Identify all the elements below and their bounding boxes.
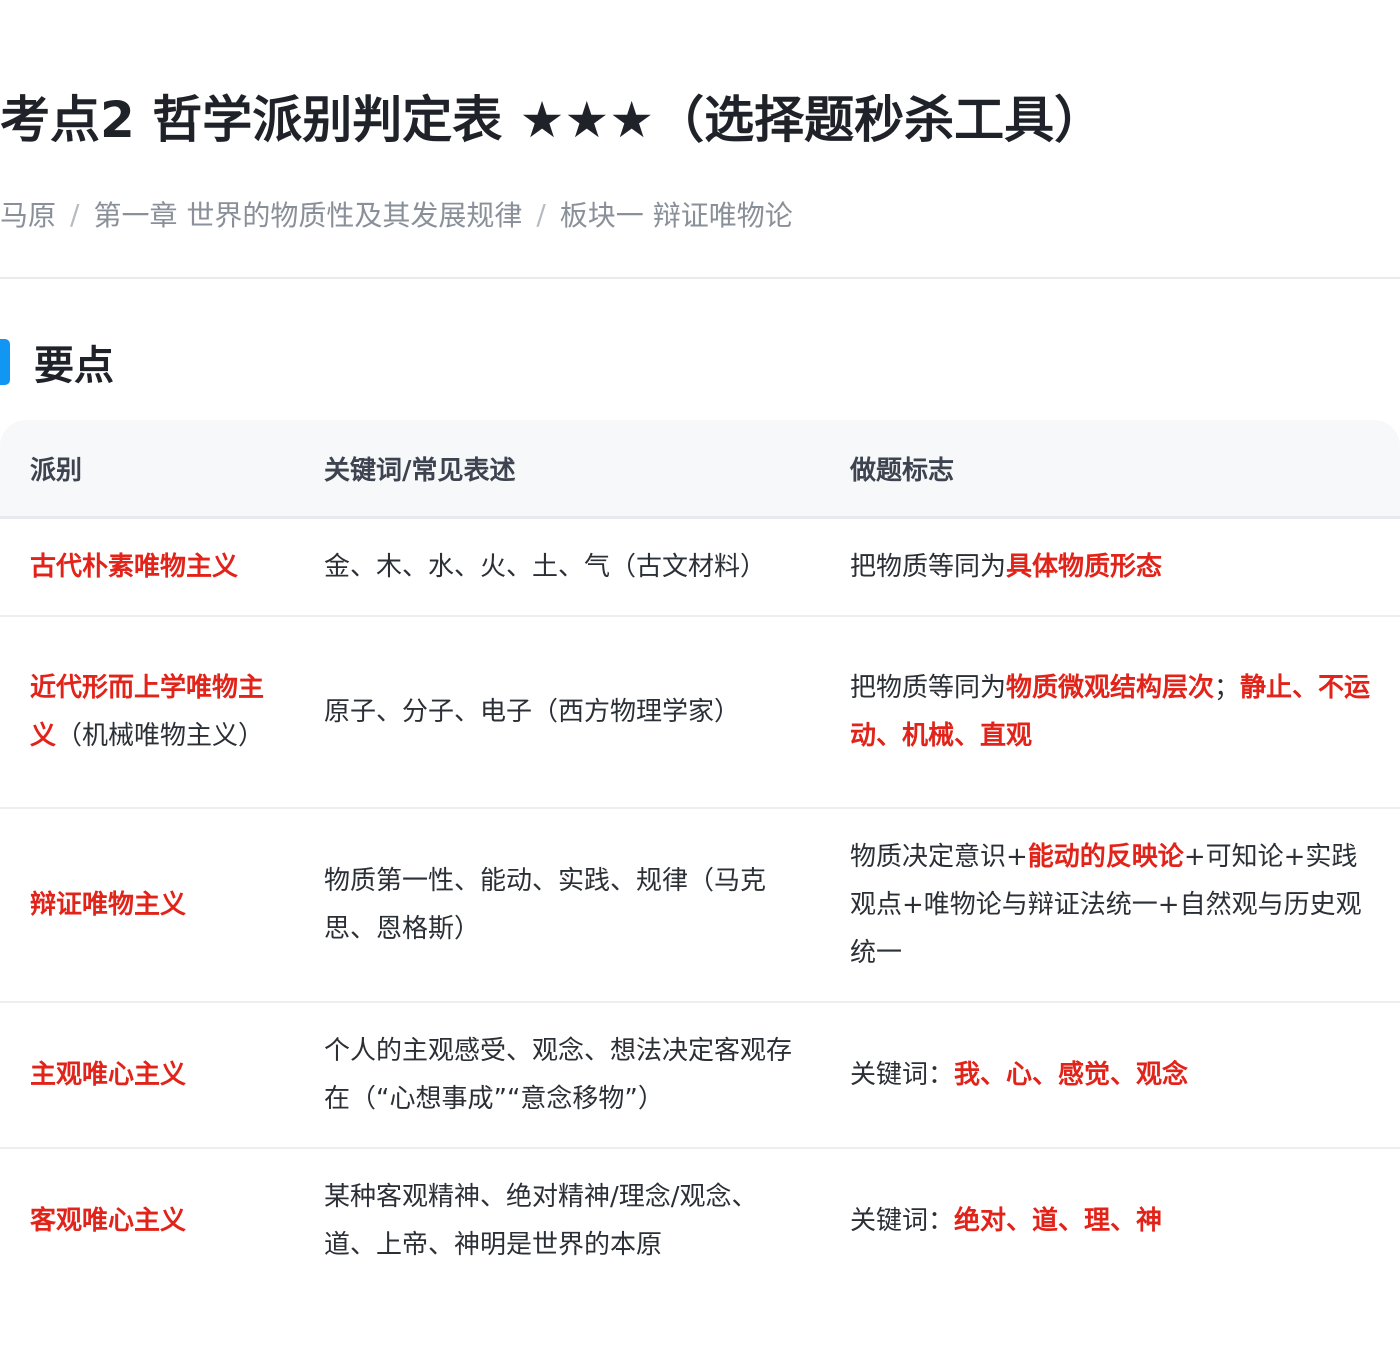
keywords-cell: 物质第一性、能动、实践、规律（马克思、恩格斯） — [294, 808, 820, 1003]
column-header-marks: 做题标志 — [820, 420, 1400, 519]
breadcrumb-item-section[interactable]: 板块一 辩证唯物论 — [560, 194, 793, 234]
page-title: 考点2 哲学派别判定表 ★★★（选择题秒杀工具） — [0, 91, 1105, 149]
breadcrumb-item-subject[interactable]: 马原 — [0, 194, 56, 234]
school-name: 客观唯心主义 — [30, 1206, 187, 1236]
school-cell: 主观唯心主义 — [0, 1002, 294, 1149]
breadcrumb: 马原 / 第一章 世界的物质性及其发展规律 / 板块一 辩证唯物论 — [0, 192, 793, 236]
mark-prefix: 关键词： — [850, 1206, 955, 1236]
key-points-table: 派别 关键词/常见表述 做题标志 古代朴素唯物主义 金、木、水、火、土、气（古文… — [0, 420, 1400, 1300]
mark-highlight: 绝对、道、理、神 — [954, 1206, 1163, 1236]
keywords-cell: 原子、分子、电子（西方物理学家） — [294, 616, 820, 809]
column-header-keywords: 关键词/常见表述 — [294, 420, 820, 519]
table-row: 古代朴素唯物主义 金、木、水、火、土、气（古文材料） 把物质等同为具体物质形态 — [0, 517, 1400, 617]
schools-table: 派别 关键词/常见表述 做题标志 古代朴素唯物主义 金、木、水、火、土、气（古文… — [0, 420, 1400, 1293]
mark-prefix: 把物质等同为 — [850, 673, 1007, 703]
table-row: 主观唯心主义 个人的主观感受、观念、想法决定客观存在（“心想事成”“意念移物”）… — [0, 1002, 1400, 1149]
school-name: 古代朴素唯物主义 — [30, 552, 239, 582]
keywords-cell: 某种客观精神、绝对精神/理念/观念、道、上帝、神明是世界的本原 — [324, 1182, 758, 1260]
mark-highlight: 物质微观结构层次 — [1006, 673, 1215, 703]
table-row: 近代形而上学唯物主义（机械唯物主义） 原子、分子、电子（西方物理学家） 把物质等… — [0, 616, 1400, 809]
mark-highlight: 我、心、感觉、观念 — [954, 1060, 1189, 1090]
table-row: 客观唯心主义 某种客观精神、绝对精神/理念/观念、道、上帝、神明是世界的本原 关… — [0, 1148, 1400, 1293]
school-cell: 辩证唯物主义 — [0, 808, 294, 1003]
school-note: （机械唯物主义） — [56, 721, 265, 751]
mark-cell: 物质决定意识+能动的反映论+可知论+实践观点+唯物论与辩证法统一+自然观与历史观… — [820, 808, 1400, 1003]
mark-cell: 关键词：绝对、道、理、神 — [820, 1148, 1400, 1293]
table-header-row: 派别 关键词/常见表述 做题标志 — [0, 420, 1400, 519]
header-divider — [0, 277, 1400, 279]
breadcrumb-separator: / — [70, 197, 80, 231]
mark-prefix: 物质决定意识+ — [850, 842, 1028, 872]
section-title: 要点 — [34, 343, 114, 389]
section-heading: 要点 — [0, 336, 114, 389]
mark-prefix: 把物质等同为 — [850, 552, 1007, 582]
mark-highlight: 具体物质形态 — [1006, 552, 1163, 582]
mark-highlight: 能动的反映论 — [1027, 842, 1184, 872]
breadcrumb-item-chapter[interactable]: 第一章 世界的物质性及其发展规律 — [93, 194, 522, 234]
section-accent-bar — [0, 339, 10, 385]
school-cell: 古代朴素唯物主义 — [0, 517, 294, 617]
mark-cell: 把物质等同为具体物质形态 — [820, 517, 1400, 617]
mark-mid: ； — [1214, 673, 1241, 703]
school-cell: 近代形而上学唯物主义（机械唯物主义） — [0, 616, 294, 809]
mark-cell: 把物质等同为物质微观结构层次；静止、不运动、机械、直观 — [820, 616, 1400, 809]
page: 考点2 哲学派别判定表 ★★★（选择题秒杀工具） 马原 / 第一章 世界的物质性… — [0, 0, 1400, 1368]
school-name: 辩证唯物主义 — [30, 890, 187, 920]
mark-cell: 关键词：我、心、感觉、观念 — [820, 1002, 1400, 1149]
table-header: 派别 关键词/常见表述 做题标志 — [0, 420, 1400, 519]
mark-prefix: 关键词： — [850, 1060, 955, 1090]
column-header-school: 派别 — [0, 420, 294, 519]
keywords-cell: 金、木、水、火、土、气（古文材料） — [294, 517, 820, 617]
table-row: 辩证唯物主义 物质第一性、能动、实践、规律（马克思、恩格斯） 物质决定意识+能动… — [0, 808, 1400, 1003]
school-cell: 客观唯心主义 — [0, 1148, 294, 1293]
breadcrumb-separator: / — [536, 197, 546, 231]
table-body: 古代朴素唯物主义 金、木、水、火、土、气（古文材料） 把物质等同为具体物质形态 … — [0, 517, 1400, 1294]
school-name: 主观唯心主义 — [30, 1060, 187, 1090]
keywords-cell: 个人的主观感受、观念、想法决定客观存在（“心想事成”“意念移物”） — [294, 1002, 820, 1149]
